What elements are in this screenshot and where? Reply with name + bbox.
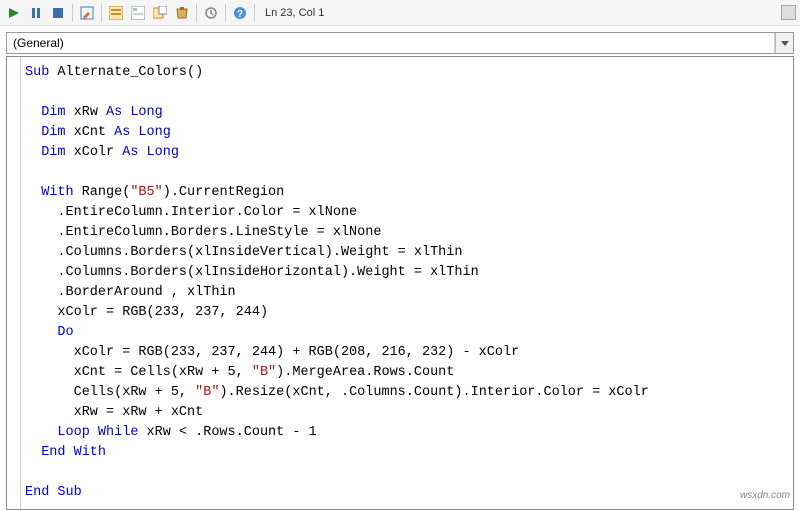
stop-icon[interactable] bbox=[48, 3, 68, 23]
separator bbox=[225, 4, 226, 22]
properties-icon[interactable] bbox=[128, 3, 148, 23]
run-icon[interactable] bbox=[4, 3, 24, 23]
separator bbox=[101, 4, 102, 22]
help-icon[interactable]: ? bbox=[230, 3, 250, 23]
toolbox-icon[interactable] bbox=[172, 3, 192, 23]
history-icon[interactable] bbox=[201, 3, 221, 23]
separator bbox=[72, 4, 73, 22]
dropdown-selected: (General) bbox=[7, 33, 775, 53]
chevron-down-icon[interactable] bbox=[775, 33, 793, 53]
code-area[interactable]: Sub Alternate_Colors() Dim xRw As Long D… bbox=[21, 57, 793, 509]
svg-text:?: ? bbox=[237, 9, 243, 20]
code-editor[interactable]: Sub Alternate_Colors() Dim xRw As Long D… bbox=[6, 56, 794, 510]
object-dropdown[interactable]: (General) bbox=[6, 32, 794, 54]
scroll-button[interactable] bbox=[781, 5, 796, 20]
separator bbox=[196, 4, 197, 22]
toolbar: ? Ln 23, Col 1 bbox=[0, 0, 800, 26]
object-browser-icon[interactable] bbox=[150, 3, 170, 23]
gutter bbox=[7, 57, 21, 509]
watermark: wsxdn.com bbox=[740, 490, 790, 501]
design-mode-icon[interactable] bbox=[77, 3, 97, 23]
project-explorer-icon[interactable] bbox=[106, 3, 126, 23]
separator bbox=[254, 4, 255, 22]
pause-icon[interactable] bbox=[26, 3, 46, 23]
cursor-position: Ln 23, Col 1 bbox=[265, 7, 324, 19]
